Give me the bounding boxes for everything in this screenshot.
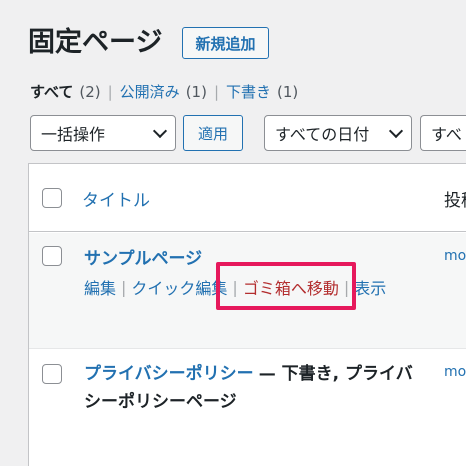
column-author-header: 投稿 [444,191,466,211]
status-filter-links: すべて (2) | 公開済み (1) | 下書き (1) [30,82,298,102]
apply-button[interactable]: 適用 [183,115,243,151]
bulk-action-select[interactable]: 一括操作 [30,115,176,151]
filter-all-label[interactable]: すべて [30,82,73,102]
chevron-down-icon [387,116,411,150]
category-filter-select[interactable]: すべ [420,115,466,151]
page-title: 固定ページ [28,27,163,58]
post-state-label: — 下書き, プライバ [258,364,413,384]
filter-published-count: (1) [185,83,207,101]
date-filter-value: すべての日付 [275,125,370,144]
category-filter-value: すべ [431,125,462,144]
bulk-action-value: 一括操作 [41,125,106,144]
table-row: プライバシーポリシー — 下書き, プライバ シーポリシーページ mo [29,349,466,466]
row-checkbox[interactable] [42,246,62,266]
chevron-down-icon [151,116,175,150]
filter-draft-link[interactable]: 下書き [226,82,271,102]
row-title-link[interactable]: プライバシーポリシー [84,364,254,384]
filter-separator: | [213,83,219,101]
row-title-cell: プライバシーポリシー — 下書き, プライバ シーポリシーページ [84,360,424,416]
filter-separator: | [107,83,113,101]
add-new-button[interactable]: 新規追加 [182,27,269,59]
pages-table: タイトル 投稿 サンプルページ 編集 | クイック編集 | ゴミ箱へ移動 | 表… [28,163,466,466]
quick-edit-link[interactable]: クイック編集 [131,275,227,299]
trash-link-highlight-box [216,262,356,310]
table-header: タイトル 投稿 [29,164,466,232]
date-filter-select[interactable]: すべての日付 [264,115,412,151]
edit-link[interactable]: 編集 [84,275,116,299]
view-link[interactable]: 表示 [354,275,386,299]
column-title-header[interactable]: タイトル [82,186,150,211]
row-author-link[interactable]: mo [444,364,466,380]
action-separator: | [121,277,127,297]
row-checkbox[interactable] [42,364,62,384]
row-author-link[interactable]: mo [444,248,466,264]
post-state-label-cont: シーポリシーページ [84,392,237,412]
select-all-checkbox[interactable] [42,188,62,208]
filter-all-count: (2) [79,83,101,101]
row-title-link[interactable]: サンプルページ [84,244,202,269]
filter-draft-count: (1) [277,83,299,101]
filter-published-link[interactable]: 公開済み [120,82,180,102]
